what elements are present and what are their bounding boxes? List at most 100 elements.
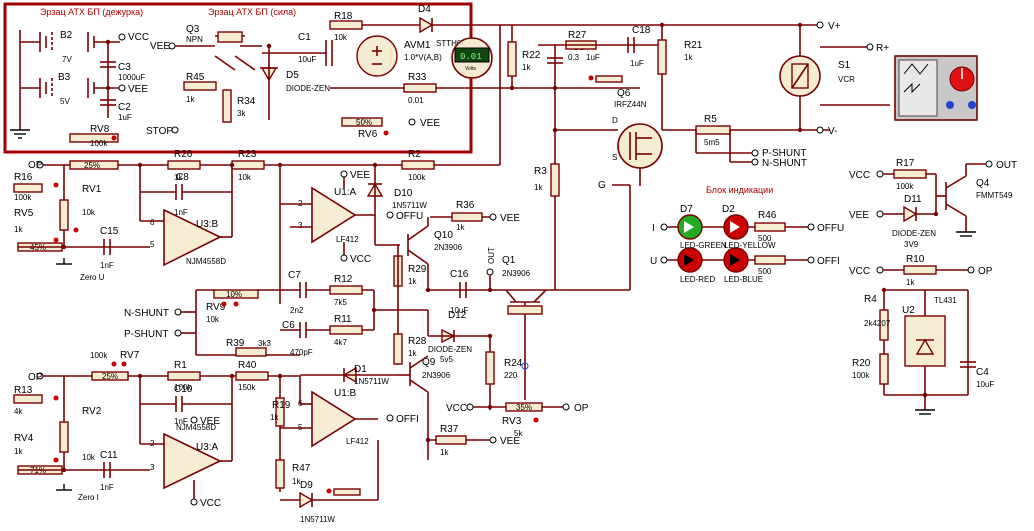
q10-ref: Q10 [434,230,453,241]
r1-ref: R1 [174,360,187,371]
r26-ref: R26 [174,149,193,160]
rv8-value: 100k [90,139,108,148]
d11-value: DIODE-ZEN [892,229,936,238]
r21-ref: R21 [684,40,703,51]
sample-block-frame [3,2,473,154]
r33-value: 0.01 [408,96,424,105]
svg-text:NPN: NPN [186,35,203,44]
r16-ref: R16 [14,172,33,183]
r34-ref: R34 [237,96,256,107]
d1-ref: D1 [354,364,367,375]
rv7-pos: 25% [102,372,118,381]
voltmeter-reading: 0.01 [460,52,482,62]
zero-i-label: Zero I [78,493,99,502]
r28-value: 1k [408,349,417,358]
r24-value: 220 [504,371,518,380]
rv2-value: 10k [82,453,96,462]
r2-ref: R2 [408,149,421,160]
svg-text:U1:A: U1:A [334,187,357,198]
c4-value: 10uF [976,380,994,389]
net-vee-u3a: VEE [200,416,220,427]
r40-ref: R40 [238,360,257,371]
rv3-ref: RV3 [502,416,522,427]
generator-button-2[interactable] [968,101,976,109]
svg-text:LF412: LF412 [346,437,369,446]
s1-value: VCR [838,75,855,84]
c15-ref: C15 [100,226,119,237]
c7-value: 2n2 [290,306,304,315]
power-sample-title: Эрзац АТХ БП (сила) [208,7,296,17]
d10-ref: D10 [394,188,413,199]
r13-value: 4k [14,407,23,416]
c2-ref: C2 [118,102,131,113]
svg-text:LED-RED: LED-RED [680,275,715,284]
r37-value: 1k [440,448,449,457]
r22-value: 1k [522,63,531,72]
r39-value: 3k3 [258,339,271,348]
d9-value: 1N5711W [300,515,335,524]
zero-u-label: Zero U [80,273,105,282]
c15-value: 1nF [100,261,114,270]
svg-text:D7: D7 [680,204,693,215]
c1-value: 10uF [298,55,316,64]
c3-ref: C3 [118,62,131,73]
net-vcc-rv3: VCC [446,403,467,414]
net-vcc-1: VCC [128,32,149,43]
net-n-shunt-1: N-SHUNT [762,158,807,169]
c16-ref: C16 [450,269,469,280]
q10-value: 2N3906 [434,243,463,252]
svg-text:LF412: LF412 [336,235,359,244]
net-vcc-q4: VCC [849,170,870,181]
r28-ref: R28 [408,336,427,347]
net-v-plus: V+ [828,21,841,32]
r34-value: 3k [237,109,246,118]
svg-text:D2: D2 [722,204,735,215]
rv2-ref: RV2 [82,406,102,417]
d9-ref: D9 [300,480,313,491]
r45-value: 1k [186,95,195,104]
c7-ref: C7 [288,270,301,281]
r45-ref: R45 [186,72,205,83]
net-out: OUT [996,160,1017,171]
svg-text:6: 6 [150,218,155,227]
rv4-value: 1k [14,447,23,456]
pin-g: G [598,180,606,191]
svg-text:5: 5 [150,240,155,249]
rv5-ref: RV5 [14,208,34,219]
svg-text:7V: 7V [62,55,72,64]
net-u: U [650,256,657,267]
net-vee-1: VEE [128,84,148,95]
battery-b3: B3 5V [20,72,120,106]
net-op-tl431: OP [978,266,993,277]
svg-text:U3:A: U3:A [196,442,219,453]
c11-value: 1nF [100,483,114,492]
r1-value: 100k [174,383,192,392]
r4-value: 2k4207 [864,319,891,328]
q4-ref: Q4 [976,178,990,189]
net-op-2: OP [28,372,43,383]
d4-ref: D4 [418,4,431,15]
circuit-schematic: Эрзац АТХ БП (дежурка) Эрзац АТХ БП (сил… [3,2,1017,524]
q1-value: 2N3906 [502,269,531,278]
net-vee-r37: VEE [500,436,520,447]
net-vcc-u3a: VCC [200,498,221,509]
net-v-minus: V- [828,126,837,137]
r12-ref: R12 [334,274,353,285]
r19-value: 1k [270,413,279,422]
c18-ref: C18 [632,25,651,36]
net-vee-r36: VEE [500,213,520,224]
r10-value: 1k [906,278,915,287]
mosfet-q6 [617,123,663,169]
r18-ref: R18 [334,11,353,22]
r11-value: 4k7 [334,338,347,347]
r23-value: 10k [238,173,252,182]
generator-button-1[interactable] [946,101,954,109]
rv8-ref: RV8 [90,124,110,135]
svg-text:B3: B3 [58,72,71,83]
svg-text:U3:B: U3:B [196,219,219,230]
d12-voltage: 5v5 [440,355,453,364]
svg-text:3: 3 [298,221,303,230]
d5-ref: D5 [286,70,299,81]
transistor-q3: Q3 NPN [175,24,262,71]
r10-ref: R10 [906,254,925,265]
